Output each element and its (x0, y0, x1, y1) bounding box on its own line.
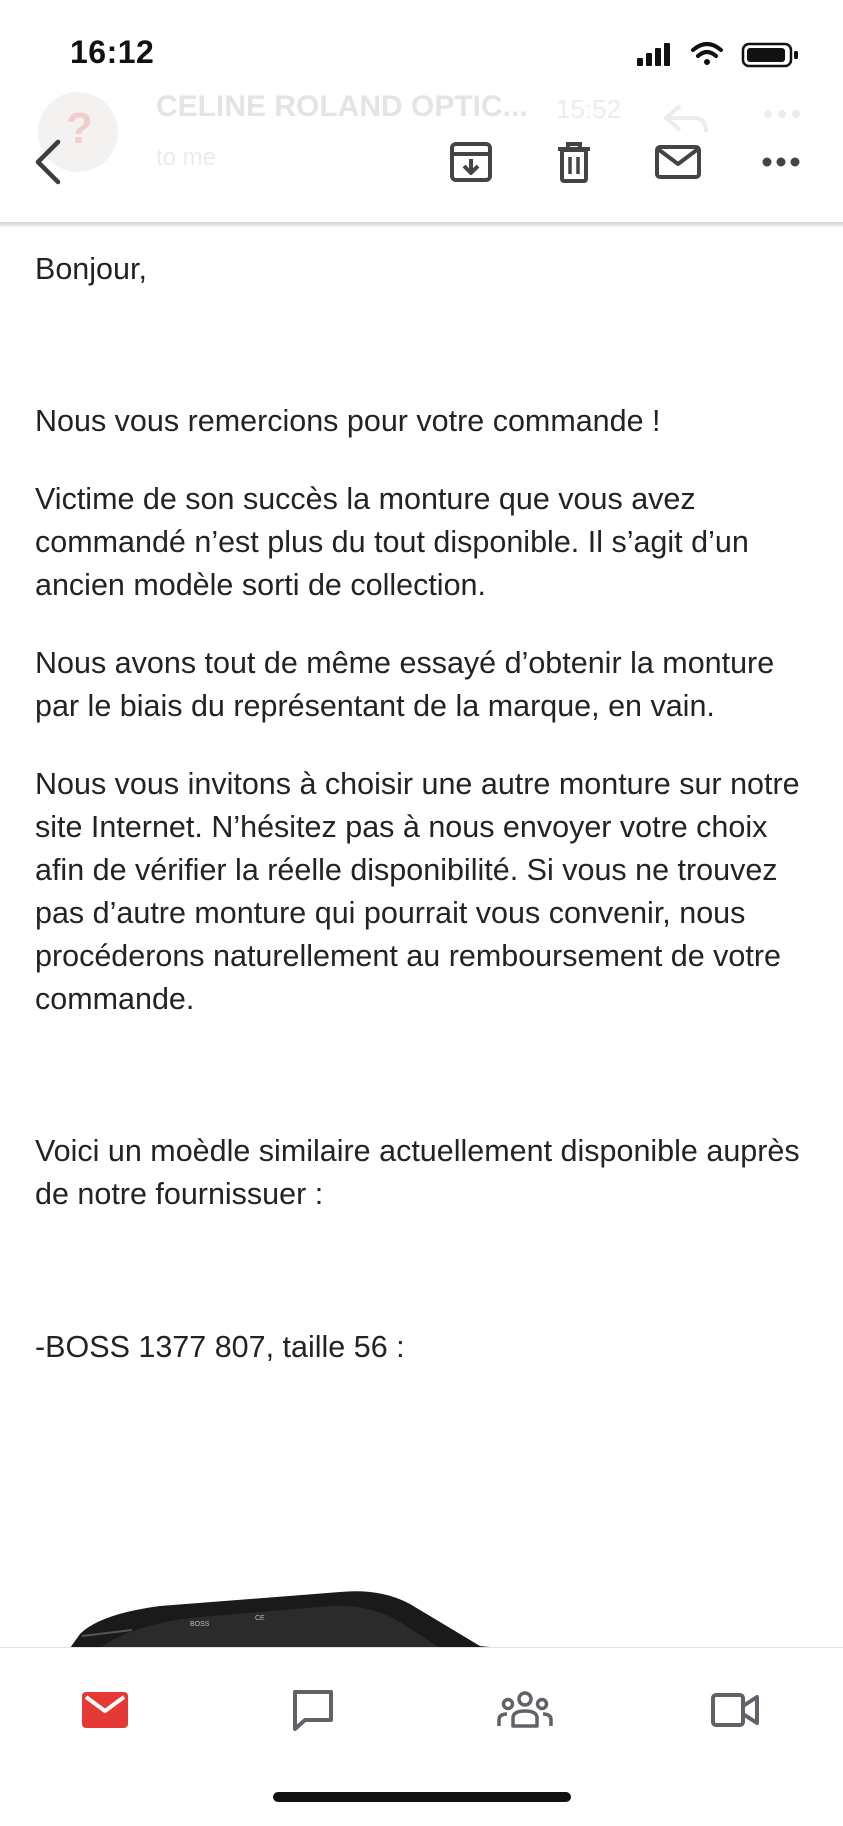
toolbar-divider (0, 222, 843, 228)
spaces-icon (497, 1691, 553, 1728)
status-time: 16:12 (70, 34, 155, 70)
wifi-icon (691, 42, 723, 65)
email-body: Bonjour, Nous vous remercions pour votre… (35, 248, 825, 1369)
archive-button[interactable] (439, 130, 503, 194)
nav-mail[interactable] (70, 1680, 140, 1740)
meet-icon (711, 1693, 759, 1727)
status-icons (637, 42, 798, 68)
delete-button[interactable] (542, 130, 606, 194)
image-brand-text: BOSS (190, 1621, 210, 1628)
email-toolbar (0, 100, 843, 224)
email-paragraph: Nous avons tout de même essayé d’obtenir… (35, 646, 775, 723)
image-ce-mark: CE (255, 1615, 265, 1622)
nav-chat[interactable] (278, 1680, 348, 1740)
signal-icon (637, 43, 670, 66)
archive-icon (450, 142, 492, 182)
email-greeting: Bonjour, (35, 252, 147, 286)
more-icon (762, 157, 800, 167)
email-paragraph: Nous vous remercions pour votre commande… (35, 404, 661, 438)
mail-icon (82, 1692, 128, 1728)
battery-icon (741, 42, 798, 68)
home-indicator[interactable] (273, 1792, 571, 1802)
product-reference: -BOSS 1377 807, taille 56 : (35, 1330, 405, 1364)
chat-icon (293, 1690, 333, 1731)
trash-icon (558, 142, 590, 183)
email-paragraph: Voici un moèdle similaire actuellement d… (35, 1134, 800, 1211)
mark-unread-button[interactable] (646, 130, 710, 194)
email-paragraph: Victime de son succès la monture que vou… (35, 482, 749, 602)
mail-icon (655, 145, 701, 179)
nav-meet[interactable] (700, 1680, 770, 1740)
eyeglasses-image: BOSS CE (70, 1591, 500, 1648)
back-icon (35, 139, 61, 185)
more-button[interactable] (749, 130, 813, 194)
nav-spaces[interactable] (490, 1680, 560, 1740)
back-button[interactable] (16, 130, 80, 194)
email-paragraph: Nous vous invitons à choisir une autre m… (35, 767, 800, 1016)
